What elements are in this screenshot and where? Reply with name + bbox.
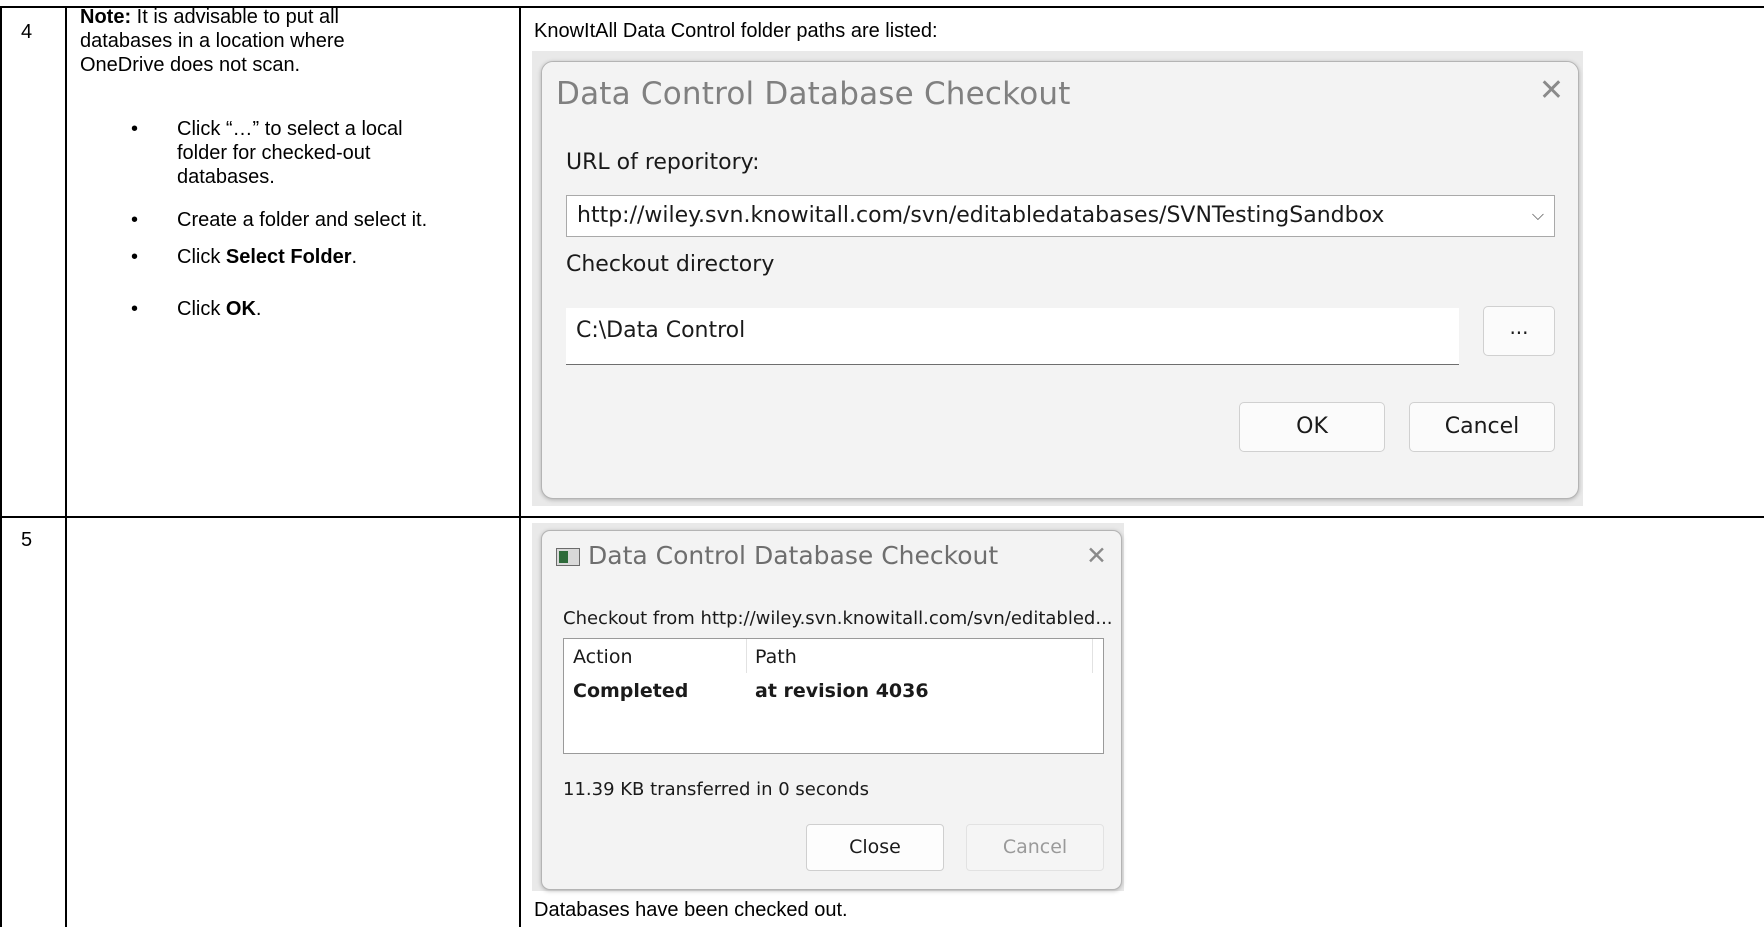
list-item: • Click Select Folder.	[131, 245, 358, 269]
column-separator[interactable]	[1092, 639, 1093, 673]
step-2-text: Create a folder and select it.	[177, 209, 428, 231]
step-1-line-2: folder for checked-out	[177, 142, 371, 164]
results-list[interactable]: Action Path Completed at revision 4036	[563, 638, 1104, 754]
table-col-divider-1	[65, 6, 67, 927]
dialog-title: Data Control Database Checkout	[588, 541, 999, 570]
browse-button[interactable]: ...	[1483, 306, 1555, 356]
close-button[interactable]: Close	[806, 824, 944, 871]
dialog-title: Data Control Database Checkout	[556, 76, 1071, 112]
close-icon[interactable]: ✕	[1539, 76, 1564, 106]
column-header-path[interactable]: Path	[755, 646, 797, 668]
note-line-3: OneDrive does not scan.	[80, 54, 301, 76]
table-border-left	[0, 6, 2, 927]
ok-button[interactable]: OK	[1239, 402, 1385, 452]
step-4-suffix: .	[255, 298, 262, 320]
table-col-divider-2	[519, 6, 521, 927]
note-line-2: databases in a location where	[80, 30, 345, 52]
note-line-1: It is advisable to put all	[131, 6, 339, 28]
bullet-icon: •	[131, 298, 139, 320]
step-3-bold: Select Folder	[225, 246, 352, 268]
cancel-button[interactable]: Cancel	[1409, 402, 1555, 452]
url-label: URL of reporitory:	[566, 150, 760, 175]
result-caption: Databases have been checked out.	[534, 899, 848, 921]
list-item: • Create a folder and select it.	[131, 208, 428, 232]
checkout-message: Checkout from http://wiley.svn.knowitall…	[563, 608, 1113, 629]
transfer-info: 11.39 KB transferred in 0 seconds	[563, 779, 869, 800]
step-number: 4	[21, 21, 33, 43]
close-icon[interactable]: ✕	[1086, 541, 1107, 570]
bullet-icon: •	[131, 118, 139, 140]
step-1-line-1: Click “…” to select a local	[177, 118, 403, 140]
result-caption: KnowItAll Data Control folder paths are …	[534, 20, 938, 42]
app-icon	[556, 548, 580, 566]
row-action: Completed	[573, 680, 689, 702]
progress-dialog: Data Control Database Checkout ✕ Checkou…	[541, 530, 1122, 890]
chevron-down-icon[interactable]: ⌵	[1532, 205, 1544, 225]
row-path: at revision 4036	[755, 680, 929, 702]
checkout-directory-label: Checkout directory	[566, 252, 775, 277]
step-1-line-3: databases.	[177, 166, 275, 188]
column-separator[interactable]	[746, 639, 747, 673]
checkout-directory-input[interactable]: C:\Data Control	[566, 308, 1459, 365]
step-4-bold: OK	[225, 298, 256, 320]
checkout-dialog: Data Control Database Checkout ✕ URL of …	[541, 61, 1579, 499]
bullet-icon: •	[131, 209, 139, 231]
column-header-action[interactable]: Action	[573, 646, 633, 668]
step-3-prefix: Click	[177, 246, 226, 268]
url-value: http://wiley.svn.knowitall.com/svn/edita…	[577, 203, 1385, 228]
step-4-prefix: Click	[177, 298, 226, 320]
list-item: • Click “…” to select a local folder for…	[131, 117, 403, 189]
url-combobox[interactable]: http://wiley.svn.knowitall.com/svn/edita…	[566, 195, 1555, 237]
list-item: • Click OK.	[131, 297, 262, 321]
checkout-directory-value: C:\Data Control	[576, 318, 746, 343]
cancel-button-disabled: Cancel	[966, 824, 1104, 871]
step-number: 5	[21, 529, 33, 551]
bullet-icon: •	[131, 246, 139, 268]
note-text: Note: It is advisable to put all databas…	[80, 5, 510, 77]
step-3-suffix: .	[351, 246, 358, 268]
note-label: Note:	[80, 6, 132, 28]
table-row-divider	[0, 516, 1764, 518]
